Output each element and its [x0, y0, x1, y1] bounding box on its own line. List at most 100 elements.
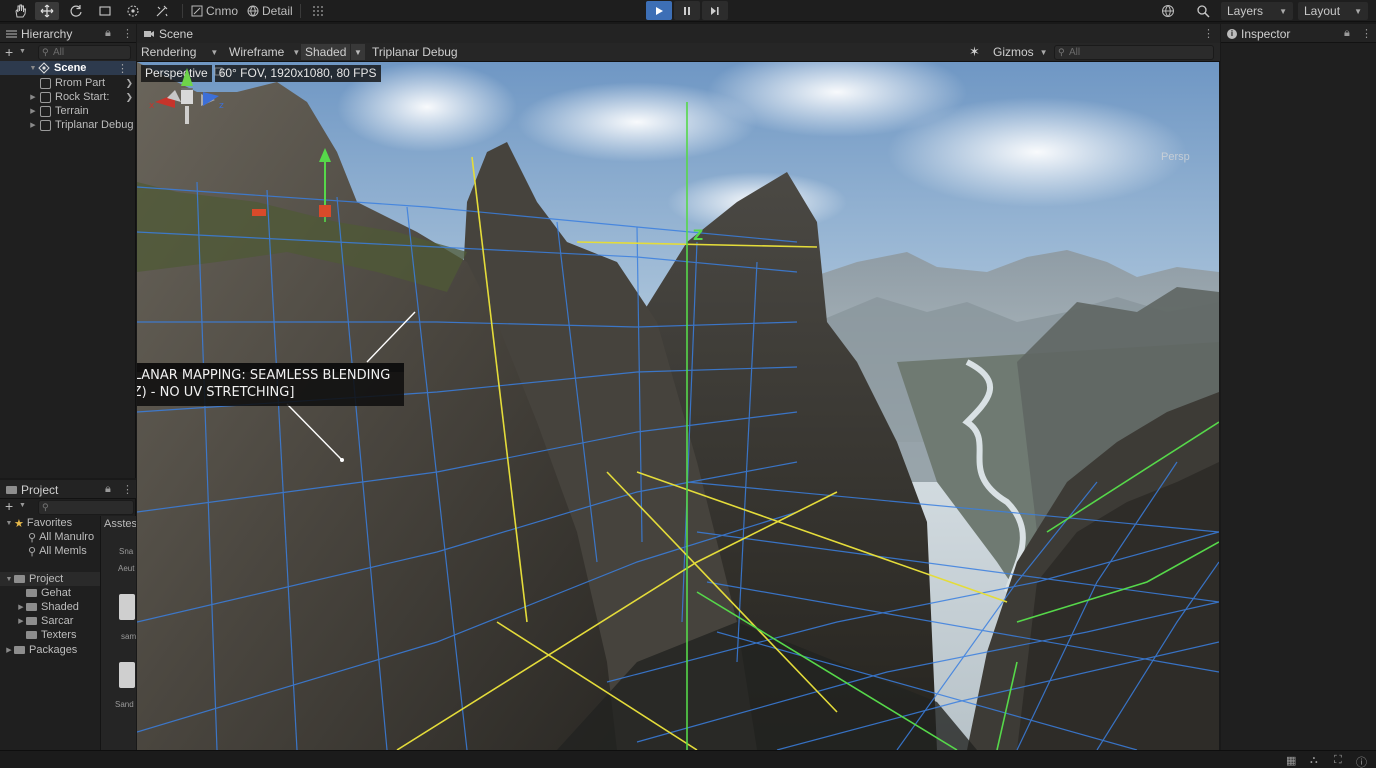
folder-item[interactable]: ▶ Sarcar: [0, 614, 100, 628]
main-toolbar: Cnmo Detail Layers ▼ Layout ▼: [0, 0, 1376, 22]
layout-dropdown[interactable]: Layout ▼: [1298, 2, 1368, 20]
inspector-tab[interactable]: i Inspector 🔒︎ ⋮: [1221, 24, 1376, 43]
add-icon[interactable]: +: [5, 44, 13, 60]
hierarchy-item[interactable]: Rrom Part ❯: [0, 76, 136, 90]
move-tool-icon[interactable]: [35, 2, 59, 20]
favorites-item[interactable]: ⚲ All Memls: [0, 544, 100, 558]
play-icon: [656, 6, 663, 15]
chevron-down-icon[interactable]: ▼: [19, 48, 26, 55]
hierarchy-item-label: Triplanar Debug: [55, 119, 134, 131]
rect-tool-icon[interactable]: [93, 2, 117, 20]
project-tab[interactable]: Project 🔒︎ ⋮: [0, 480, 136, 499]
file-icon[interactable]: [119, 594, 135, 620]
shaded-label: Shaded: [305, 45, 347, 59]
lock-icon[interactable]: 🔒︎: [105, 27, 111, 40]
orientation-gizmo[interactable]: x z: [137, 62, 227, 138]
folder-icon: [26, 617, 37, 625]
hierarchy-scene-row[interactable]: ▼ Scene ⋮: [0, 61, 136, 75]
search-icon[interactable]: [1191, 2, 1215, 20]
network-icon[interactable]: ⛶: [1334, 754, 1342, 767]
playback-controls: [646, 1, 728, 21]
pause-button[interactable]: [674, 1, 700, 20]
chevron-down-icon[interactable]: ▼: [19, 502, 26, 509]
hierarchy-panel: Hierarchy 🔒︎ ⋮ + ▼ ⚲ All ▼ Scene ⋮ Rrom …: [0, 24, 136, 478]
services-globe-icon[interactable]: [1156, 2, 1180, 20]
expand-arrow-icon: ▶: [30, 122, 36, 129]
add-icon[interactable]: +: [5, 498, 13, 514]
effects-star-icon[interactable]: ✶: [969, 44, 980, 60]
scene-search-input[interactable]: ⚲ All: [1054, 45, 1214, 60]
asset-label: sam: [121, 632, 136, 641]
hierarchy-search-input[interactable]: ⚲ All: [38, 45, 131, 60]
hierarchy-item-label: Rock Start:: [55, 91, 110, 103]
expand-arrow-icon: ▼: [5, 519, 13, 527]
hierarchy-toolbar: + ▼ ⚲ All: [0, 43, 136, 63]
packages-row[interactable]: ▶ Packages: [0, 643, 100, 657]
debug-icon[interactable]: ⛬: [1310, 754, 1318, 767]
rotate-tool-icon[interactable]: [64, 2, 88, 20]
layers-dropdown[interactable]: Layers ▼: [1221, 2, 1293, 20]
list-icon: [6, 30, 17, 38]
favorites-label: Favorites: [26, 517, 73, 529]
kebab-menu-icon[interactable]: ⋮: [122, 483, 133, 496]
kebab-menu-icon[interactable]: ⋮: [1361, 27, 1372, 40]
hand-tool-icon[interactable]: [8, 2, 32, 20]
gizmos-dropdown[interactable]: Gizmos ▼: [993, 44, 1048, 60]
callout-line-2: (X/Y/Z) - NO UV STRETCHING]: [137, 385, 295, 400]
folder-icon: [14, 575, 25, 583]
triplanar-debug-toggle[interactable]: Triplanar Debug: [372, 44, 458, 60]
help-icon[interactable]: ⓘ: [1356, 754, 1367, 768]
step-button[interactable]: [702, 1, 728, 20]
scene-name: Scene: [54, 62, 87, 74]
folder-item[interactable]: ▶ Shaded: [0, 600, 100, 614]
kebab-menu-icon[interactable]: ⋮: [1203, 27, 1214, 40]
custom-tool-icon[interactable]: [150, 2, 174, 20]
chevron-down-icon: ▼: [210, 47, 219, 57]
file-icon[interactable]: [119, 662, 135, 688]
cache-icon[interactable]: ▦: [1286, 754, 1296, 767]
scene-viewport[interactable]: Z Perspective 60° FOV, 1920x1080, 80 FPS…: [137, 62, 1219, 750]
camera-stats-label: 60° FOV, 1920x1080, 80 FPS: [214, 65, 381, 82]
gizmo-z-label: z: [219, 101, 224, 111]
callout-line-1: [TRIPLANAR MAPPING: SEAMLESS BLENDING: [137, 368, 391, 383]
shaded-dropdown-arrow[interactable]: ▼: [351, 44, 365, 60]
lock-icon[interactable]: [214, 67, 223, 76]
project-search-input[interactable]: ⚲: [38, 500, 134, 515]
pivot-toggle-button[interactable]: Cnmo: [187, 2, 242, 20]
scene-tab[interactable]: Scene: [143, 27, 193, 41]
kebab-menu-icon[interactable]: ⋮: [122, 27, 133, 40]
play-button[interactable]: [646, 1, 672, 20]
hierarchy-item[interactable]: ▶ Rock Start: ❯: [0, 90, 136, 104]
detail-toggle-button[interactable]: Detail: [243, 2, 297, 20]
lock-icon[interactable]: 🔒︎: [1344, 27, 1350, 40]
project-title: Project: [21, 483, 59, 497]
hierarchy-item-label: Terrain: [55, 105, 89, 117]
persp-label[interactable]: Persp: [1161, 151, 1190, 163]
unity-scene-icon: [38, 62, 50, 74]
favorites-item[interactable]: ⚲ All Manulro: [0, 530, 100, 544]
star-icon: ★: [14, 517, 24, 530]
rendering-dropdown[interactable]: Rendering ▼: [141, 44, 218, 60]
assets-breadcrumb[interactable]: Asstes: [104, 518, 136, 530]
asset-label: Sna: [119, 547, 134, 556]
hierarchy-item[interactable]: ▶ Triplanar Debug: [0, 118, 136, 132]
favorites-row[interactable]: ▼ ★ Favorites: [0, 516, 100, 530]
lock-icon[interactable]: 🔒︎: [105, 483, 111, 496]
hierarchy-item[interactable]: ▶ Terrain: [0, 104, 136, 118]
step-icon: [711, 6, 719, 15]
snap-grid-icon[interactable]: [306, 2, 330, 20]
wireframe-dropdown[interactable]: Wireframe ▼: [229, 44, 300, 60]
search-icon: ⚲: [1058, 47, 1065, 57]
hierarchy-tab[interactable]: Hierarchy 🔒︎ ⋮: [0, 24, 136, 43]
transform-tool-icon[interactable]: [121, 2, 145, 20]
project-root-row[interactable]: ▼ Project: [0, 572, 100, 586]
shaded-dropdown[interactable]: Shaded: [301, 44, 351, 60]
cube-icon: [40, 105, 51, 117]
folder-icon: [14, 646, 25, 654]
folder-item[interactable]: Texters: [0, 628, 100, 642]
folder-label: Shaded: [41, 601, 79, 613]
expand-arrow-icon: ▶: [30, 108, 36, 115]
kebab-menu-icon[interactable]: ⋮: [117, 62, 128, 75]
folder-item[interactable]: Gehat: [0, 586, 100, 600]
axis-z-label: Z: [693, 228, 703, 244]
